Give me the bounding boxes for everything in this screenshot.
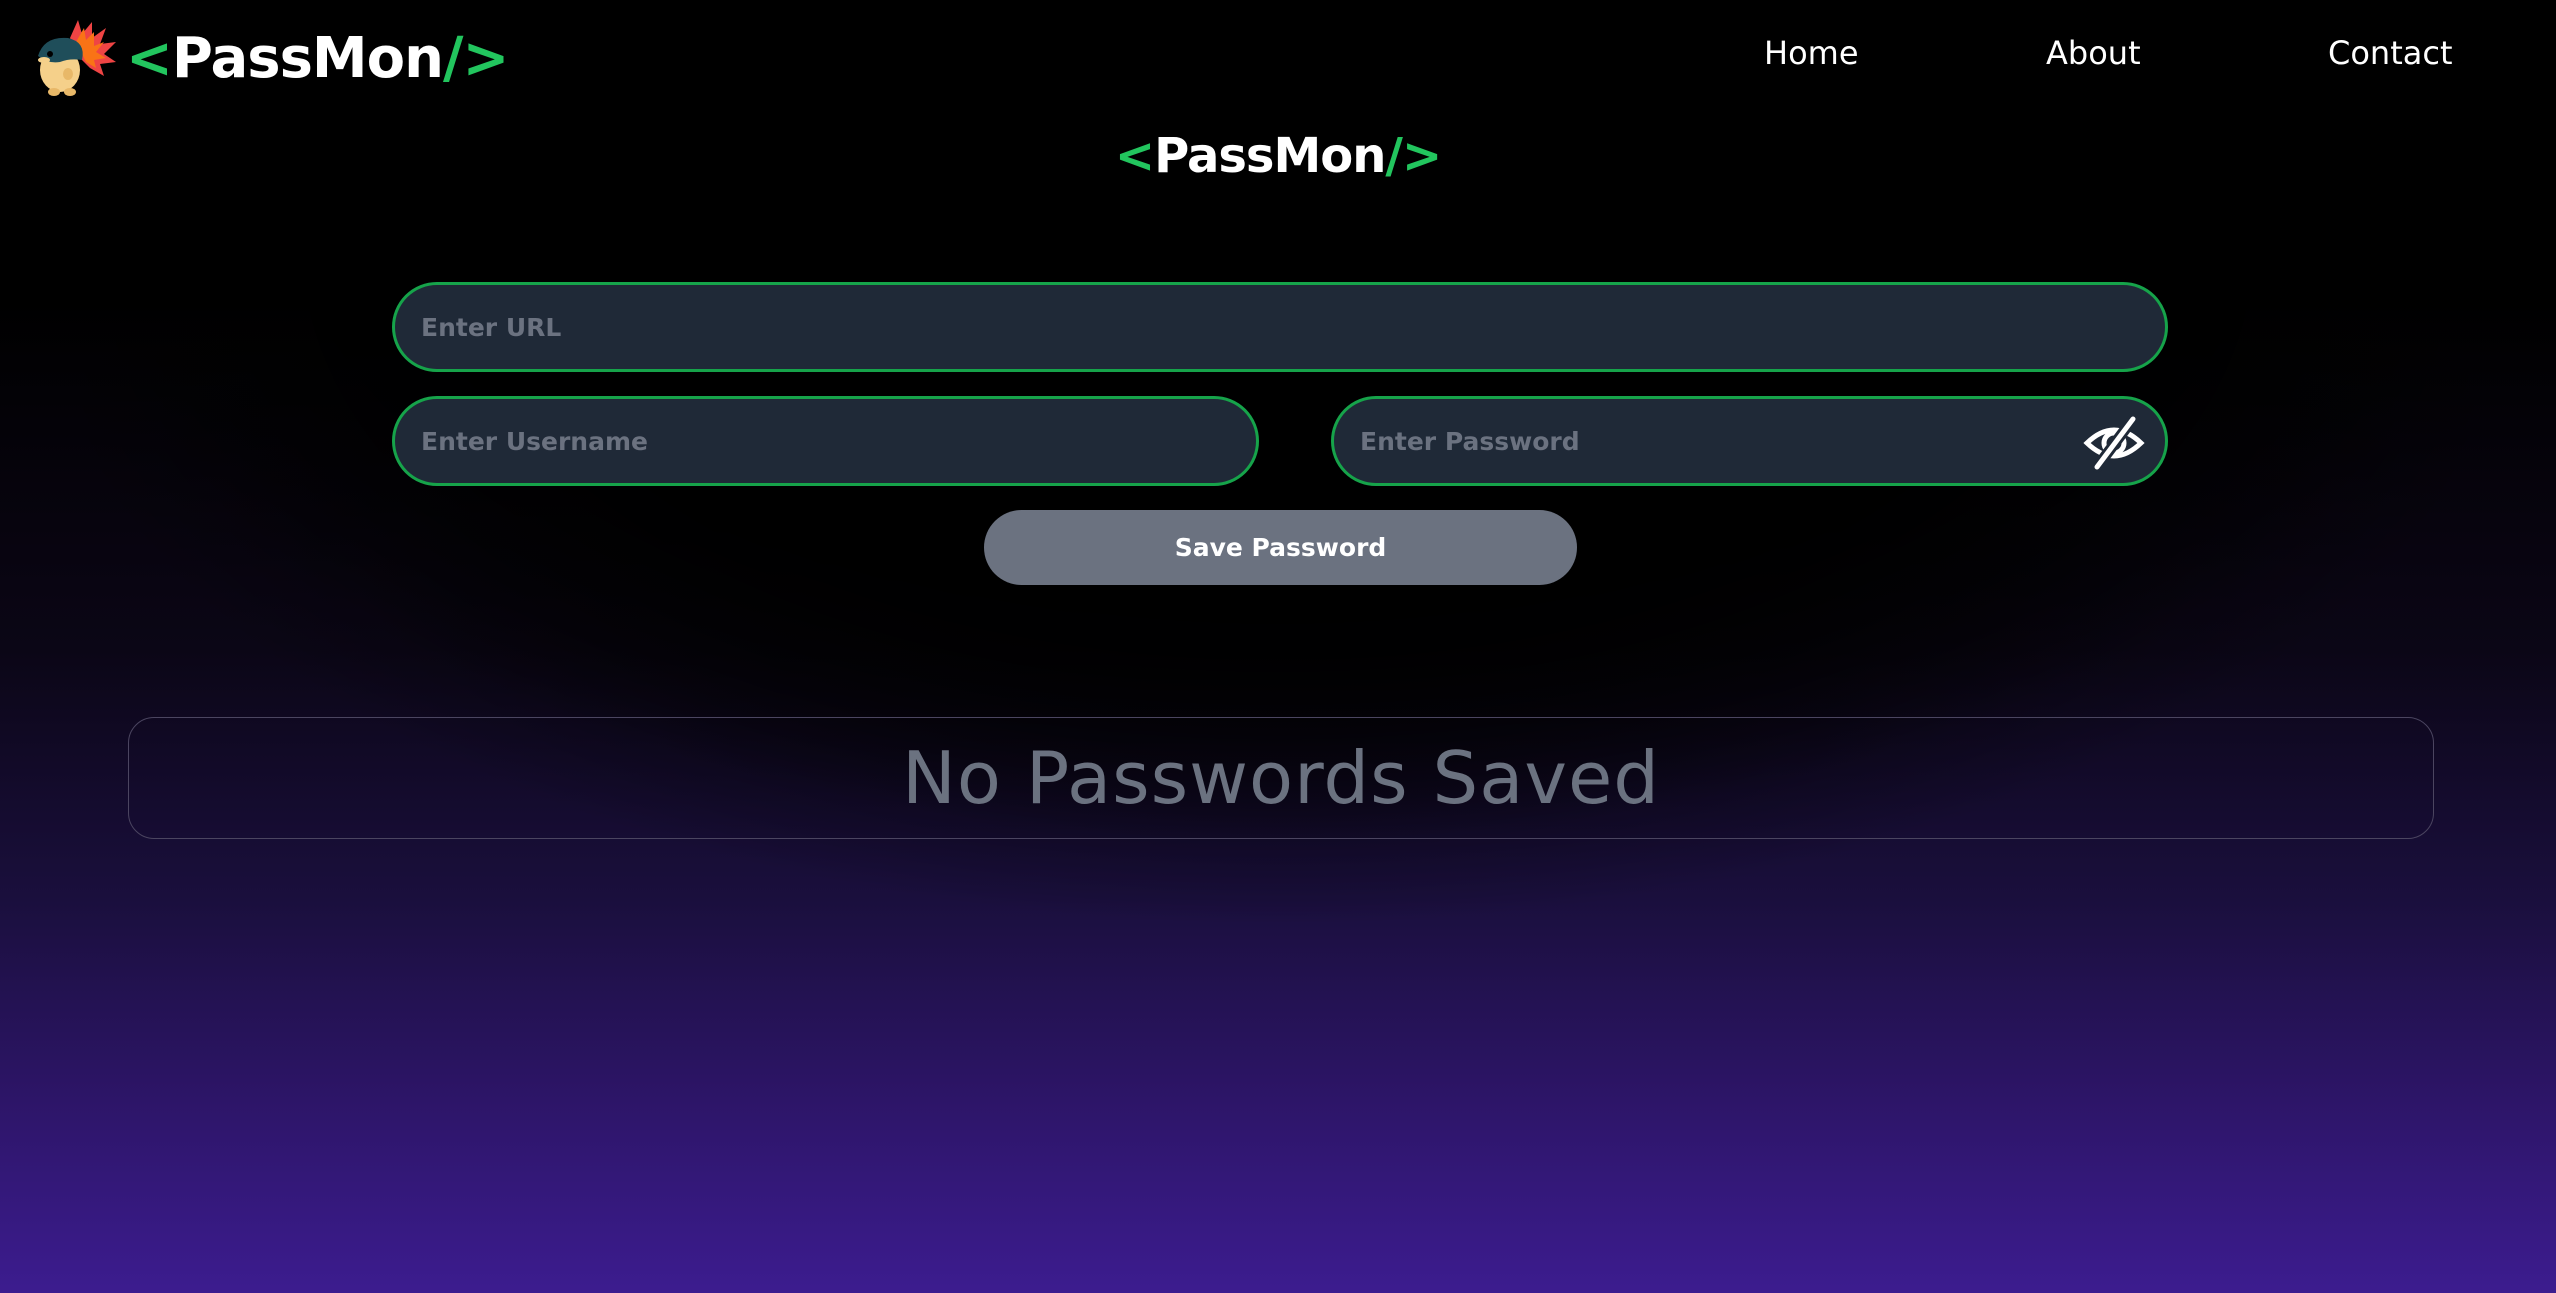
heading-close-bracket: >	[1401, 128, 1442, 184]
save-password-button[interactable]: Save Password	[984, 510, 1577, 585]
heading-name: PassMon	[1154, 128, 1386, 184]
password-input[interactable]	[1334, 399, 2165, 483]
nav-about-link[interactable]: About	[2046, 34, 2141, 72]
heading-open-bracket: <	[1114, 128, 1155, 184]
url-input[interactable]	[395, 285, 2165, 369]
page-background-vignette	[0, 0, 2556, 1293]
eye-slash-icon[interactable]	[2083, 413, 2145, 473]
heading-slash: /	[1385, 128, 1403, 184]
username-input[interactable]	[395, 399, 1256, 483]
empty-message: No Passwords Saved	[902, 736, 1660, 820]
username-field	[392, 396, 1259, 486]
url-field	[392, 282, 2168, 372]
navbar: < PassMon / > Home About Contact	[0, 0, 2556, 112]
heading-logo: < PassMon / >	[1114, 128, 1442, 184]
nav-links: Home About Contact	[0, 34, 2556, 78]
password-field	[1331, 396, 2168, 486]
nav-home-link[interactable]: Home	[1764, 34, 1859, 72]
passwords-list-empty: No Passwords Saved	[128, 717, 2434, 839]
nav-contact-link[interactable]: Contact	[2328, 34, 2453, 72]
page-heading: < PassMon / >	[0, 128, 2556, 184]
